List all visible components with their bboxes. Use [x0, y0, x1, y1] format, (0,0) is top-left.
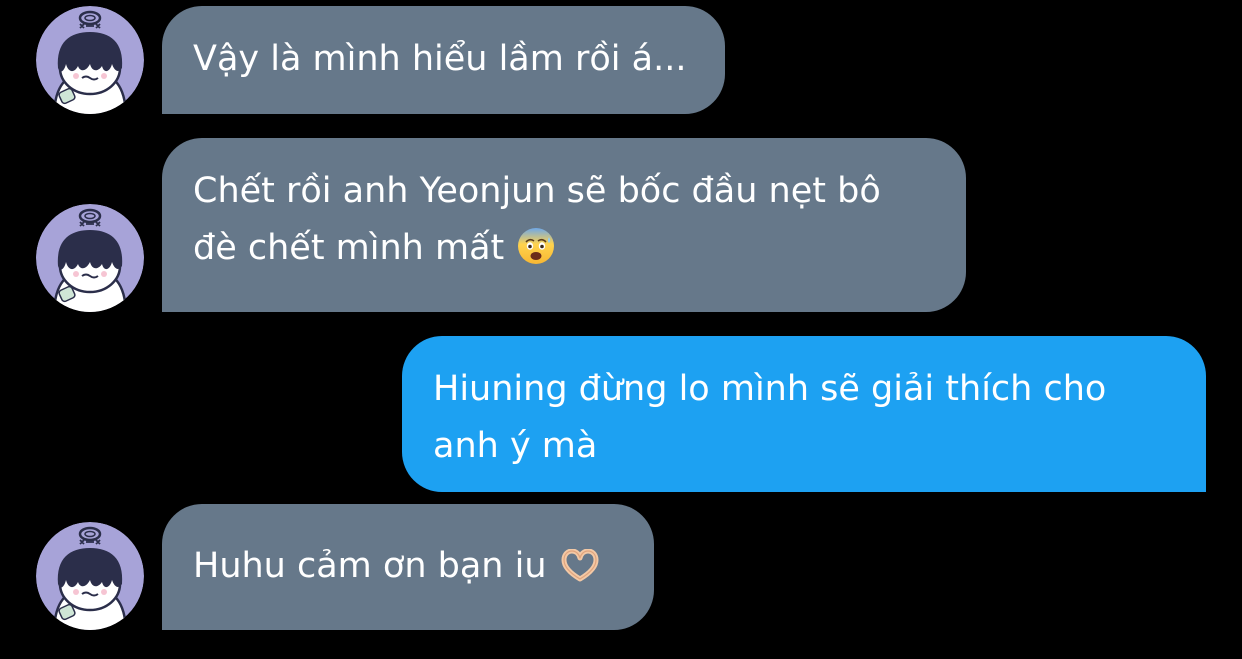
- message-bubble-incoming[interactable]: Vậy là mình hiểu lầm rồi á...: [162, 6, 725, 114]
- message-bubble-incoming[interactable]: Chết rồi anh Yeonjun sẽ bốc đầu nẹt bô đ…: [162, 138, 966, 312]
- message-bubble-outgoing[interactable]: Hiuning đừng lo mình sẽ giải thích cho a…: [402, 336, 1206, 492]
- message-text: đè chết mình mất: [193, 228, 505, 268]
- chat-thread: Vậy là mình hiểu lầm rồi á... Chết rồi a…: [0, 0, 1242, 659]
- message-text: Hiuning đừng lo mình sẽ giải thích cho: [433, 369, 1107, 409]
- message-text: Chết rồi anh Yeonjun sẽ bốc đầu nẹt bô: [193, 171, 881, 211]
- heart-hands-emoji: [560, 549, 600, 583]
- ghost-avatar-icon[interactable]: [36, 6, 144, 114]
- ghost-avatar-icon[interactable]: [36, 204, 144, 312]
- message-bubble-incoming[interactable]: Huhu cảm ơn bạn iu: [162, 504, 654, 630]
- message-text: Huhu cảm ơn bạn iu: [193, 546, 547, 586]
- message-text: Vậy là mình hiểu lầm rồi á...: [193, 39, 687, 79]
- ghost-avatar-icon[interactable]: [36, 522, 144, 630]
- message-text: anh ý mà: [433, 426, 598, 466]
- anxious-face-emoji: [517, 227, 555, 265]
